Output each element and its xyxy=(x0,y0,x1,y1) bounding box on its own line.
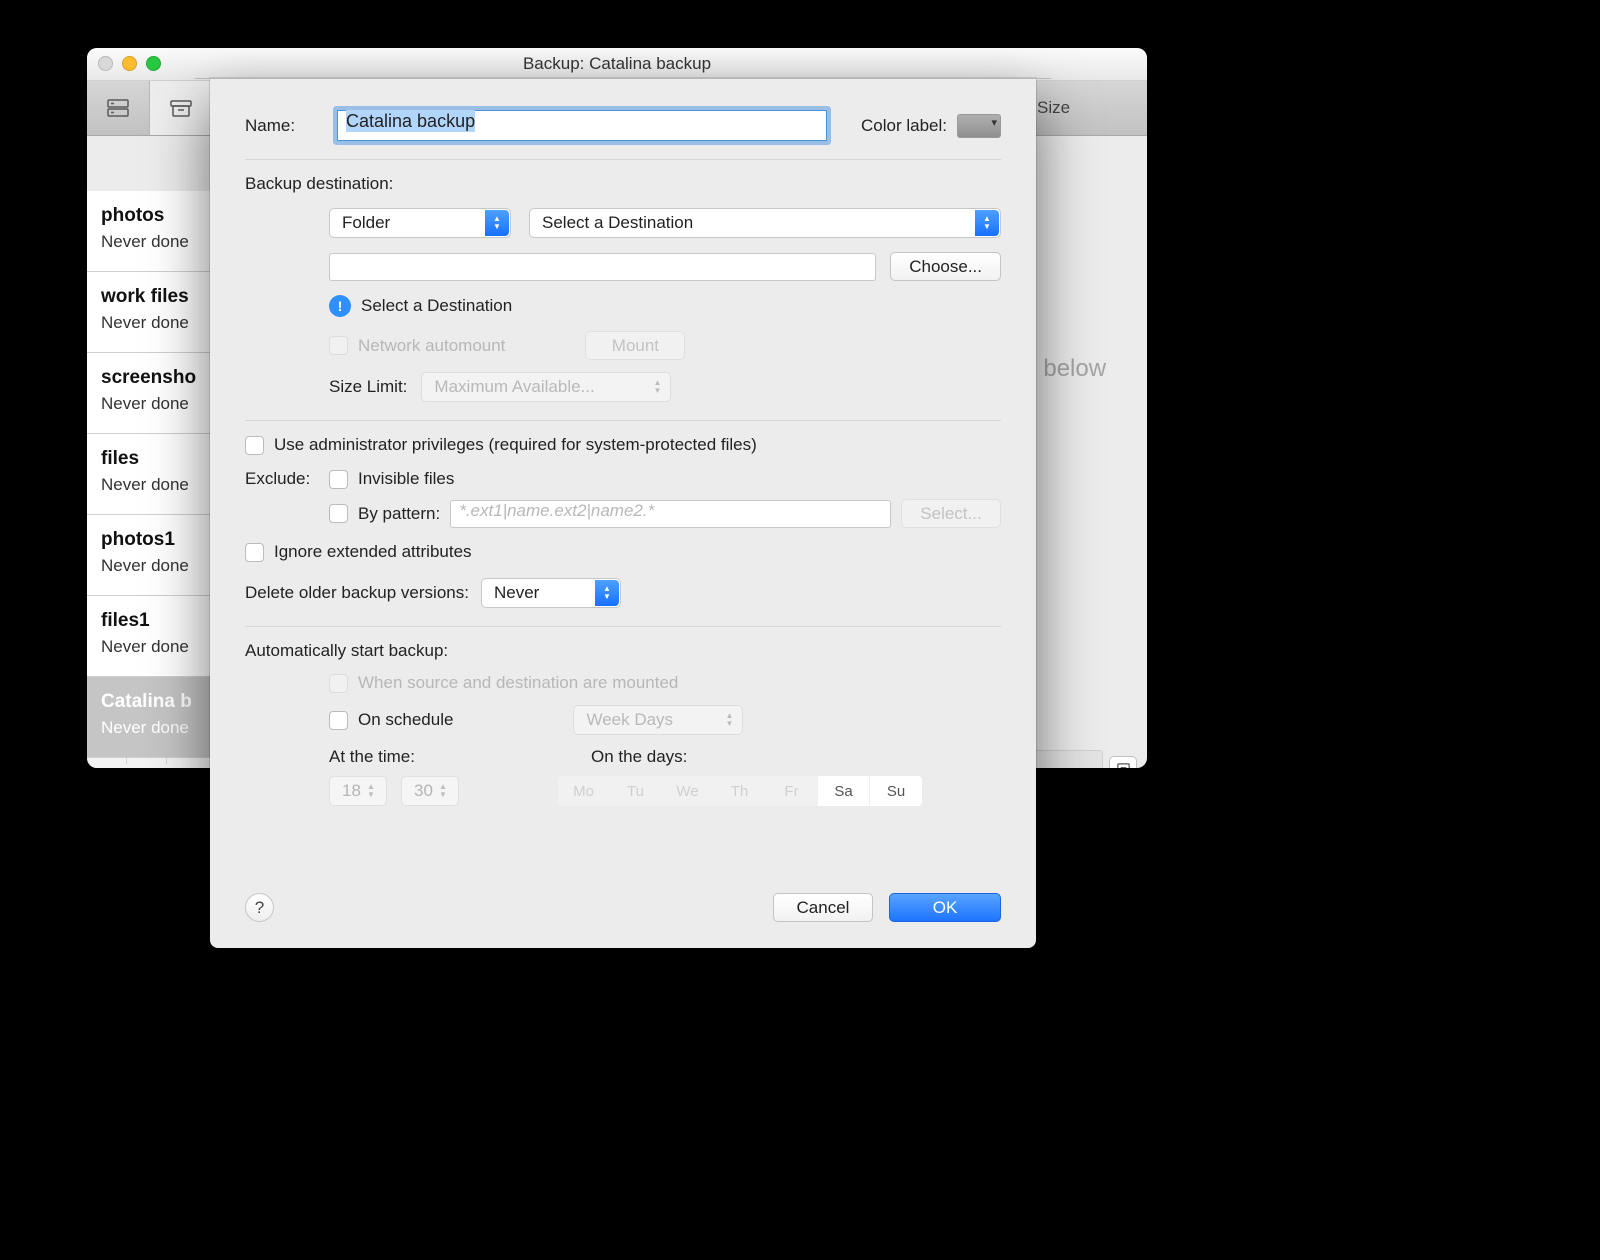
day-wed: We xyxy=(662,776,714,806)
separator xyxy=(245,420,1001,421)
automount-label: Network automount xyxy=(358,336,505,356)
destination-heading: Backup destination: xyxy=(245,174,1001,194)
ignore-xattr-checkbox[interactable] xyxy=(245,543,264,562)
sheet-footer: ? Cancel OK xyxy=(245,893,1001,922)
hour-stepper: 18 ▲▼ xyxy=(329,776,387,806)
day-thu: Th xyxy=(714,776,766,806)
day-tue: Tu xyxy=(610,776,662,806)
on-schedule-checkbox[interactable] xyxy=(329,711,348,730)
day-sun: Su xyxy=(870,776,922,806)
pattern-field[interactable]: *.ext1|name.ext2|name2.* xyxy=(450,500,891,528)
document-icon xyxy=(1115,762,1132,769)
chevron-updown-icon: ▲▼ xyxy=(485,210,509,236)
detail-view-toggles xyxy=(1109,756,1137,768)
day-sat: Sa xyxy=(818,776,870,806)
chevron-updown-icon: ▲▼ xyxy=(595,580,619,606)
days-segmented: Mo Tu We Th Fr Sa Su xyxy=(557,775,923,807)
color-label-picker[interactable] xyxy=(957,114,1001,138)
color-label: Color label: xyxy=(861,116,947,136)
destination-info-text: Select a Destination xyxy=(361,296,512,316)
minute-stepper: 30 ▲▼ xyxy=(401,776,459,806)
admin-priv-checkbox[interactable] xyxy=(245,436,264,455)
name-label: Name: xyxy=(245,116,325,136)
auto-start-heading: Automatically start backup: xyxy=(245,641,1001,661)
day-fri: Fr xyxy=(766,776,818,806)
minimize-icon[interactable] xyxy=(122,56,137,71)
separator xyxy=(245,159,1001,160)
by-pattern-checkbox[interactable] xyxy=(329,504,348,523)
close-icon[interactable] xyxy=(98,56,113,71)
admin-priv-label: Use administrator privileges (required f… xyxy=(274,435,757,455)
chevron-updown-icon: ▲▼ xyxy=(717,707,741,733)
column-header-size: Size xyxy=(1027,81,1147,135)
window-titlebar: Backup: Catalina backup xyxy=(87,48,1147,81)
cancel-button[interactable]: Cancel xyxy=(773,893,873,922)
chevron-updown-icon: ▲▼ xyxy=(645,374,669,400)
name-input[interactable]: Catalina backup xyxy=(337,110,827,141)
by-pattern-label: By pattern: xyxy=(358,504,440,524)
select-pattern-button: Select... xyxy=(901,499,1001,528)
traffic-lights[interactable] xyxy=(98,56,161,71)
delete-older-label: Delete older backup versions: xyxy=(245,583,469,603)
automount-checkbox xyxy=(329,336,348,355)
window-title: Backup: Catalina backup xyxy=(523,54,711,73)
delete-older-popup[interactable]: Never ▲▼ xyxy=(481,578,621,608)
destination-select-popup[interactable]: Select a Destination ▲▼ xyxy=(529,208,1001,238)
when-mounted-checkbox xyxy=(329,674,348,693)
zoom-icon[interactable] xyxy=(146,56,161,71)
size-limit-popup: Maximum Available... ▲▼ xyxy=(421,372,671,402)
ignore-xattr-label: Ignore extended attributes xyxy=(274,542,472,562)
chevron-updown-icon: ▲▼ xyxy=(975,210,999,236)
name-row: Name: Catalina backup Color label: xyxy=(245,110,1001,141)
toolbar-tab-backups[interactable] xyxy=(87,81,150,135)
toolbar-tab-archive[interactable] xyxy=(150,81,213,135)
size-limit-label: Size Limit: xyxy=(329,377,407,397)
schedule-type-popup: Week Days ▲▼ xyxy=(573,705,743,735)
help-button[interactable]: ? xyxy=(245,893,274,922)
chevron-updown-icon: ▲▼ xyxy=(439,780,453,802)
archive-box-icon xyxy=(168,97,194,119)
at-time-label: At the time: xyxy=(329,747,579,767)
choose-button[interactable]: Choose... xyxy=(890,252,1001,281)
on-days-label: On the days: xyxy=(591,747,687,767)
mount-button: Mount xyxy=(585,331,685,360)
invisible-files-checkbox[interactable] xyxy=(329,470,348,489)
backup-settings-sheet: Name: Catalina backup Color label: Backu… xyxy=(210,78,1036,948)
exclude-label: Exclude: xyxy=(245,469,319,489)
on-schedule-label: On schedule xyxy=(358,710,453,730)
day-mon: Mo xyxy=(558,776,610,806)
destination-type-popup[interactable]: Folder ▲▼ xyxy=(329,208,511,238)
when-mounted-label: When source and destination are mounted xyxy=(358,673,678,693)
destination-path-field[interactable] xyxy=(329,253,876,281)
separator xyxy=(245,626,1001,627)
info-icon: ! xyxy=(329,295,351,317)
ok-button[interactable]: OK xyxy=(889,893,1001,922)
drive-icon xyxy=(105,97,131,119)
chevron-updown-icon: ▲▼ xyxy=(367,780,381,802)
invisible-files-label: Invisible files xyxy=(358,469,454,489)
log-view-button[interactable] xyxy=(1109,756,1137,768)
